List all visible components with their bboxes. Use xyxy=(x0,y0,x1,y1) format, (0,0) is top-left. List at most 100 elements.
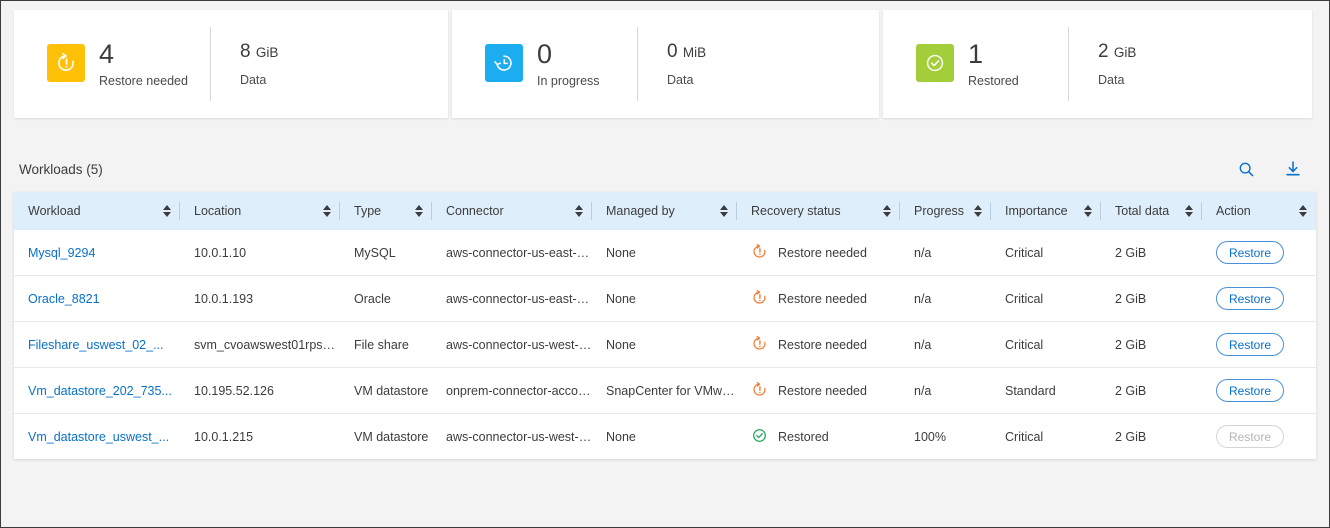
cell-connector: aws-connector-us-east-1-... xyxy=(432,230,592,276)
restore-button[interactable]: Restore xyxy=(1216,333,1284,356)
sort-toggle-icon[interactable] xyxy=(1299,205,1307,217)
table-body: Mysql_929410.0.1.10MySQLaws-connector-us… xyxy=(14,230,1316,459)
cell-workload: Vm_datastore_uswest_... xyxy=(14,414,180,460)
table-header-row: Workload Location xyxy=(14,192,1316,230)
workload-link[interactable]: Vm_datastore_uswest_... xyxy=(28,430,169,444)
cell-managed-by: None xyxy=(592,276,737,322)
workloads-toolbar-actions xyxy=(1236,159,1311,179)
table-row: Vm_datastore_202_735...10.195.52.126VM d… xyxy=(14,368,1316,414)
column-header-workload[interactable]: Workload xyxy=(14,192,180,230)
workloads-title: Workloads (5) xyxy=(19,162,103,177)
table-row: Oracle_8821 10.0.1.193Oracleaws-connector… xyxy=(14,276,1316,322)
stat-primary-restored: 1 Restored xyxy=(883,41,1068,88)
recovery-status-label: Restored xyxy=(778,430,829,444)
table-row: Vm_datastore_uswest_...10.0.1.215VM data… xyxy=(14,414,1316,460)
workload-link[interactable]: Fileshare_uswest_02_... xyxy=(28,338,164,352)
cell-managed-by: None xyxy=(592,414,737,460)
cell-recovery-status: Restore needed xyxy=(737,230,900,276)
stats-summary-row: 4 Restore needed 8 GiB Data xyxy=(1,1,1329,118)
column-header-recovery-status[interactable]: Recovery status xyxy=(737,192,900,230)
stat-primary-in-progress: 0 In progress xyxy=(452,41,637,88)
restore-button[interactable]: Restore xyxy=(1216,241,1284,264)
column-header-importance[interactable]: Importance xyxy=(991,192,1101,230)
cell-managed-by: None xyxy=(592,230,737,276)
cell-location: 10.0.1.215 xyxy=(180,414,340,460)
sort-toggle-icon[interactable] xyxy=(415,205,423,217)
recovery-status-label: Restore needed xyxy=(778,384,867,398)
column-header-action[interactable]: Action xyxy=(1202,192,1316,230)
search-icon[interactable] xyxy=(1236,159,1256,179)
restore-button[interactable]: Restore xyxy=(1216,379,1284,402)
cell-progress: n/a xyxy=(900,276,991,322)
column-header-total-data[interactable]: Total data xyxy=(1101,192,1202,230)
cell-managed-by: None xyxy=(592,322,737,368)
stat-size-value: 8 xyxy=(240,41,251,62)
stat-count: 4 xyxy=(99,41,188,68)
cell-location: 10.0.1.193 xyxy=(180,276,340,322)
column-header-progress[interactable]: Progress xyxy=(900,192,991,230)
sort-toggle-icon[interactable] xyxy=(974,205,982,217)
recovery-status-label: Restore needed xyxy=(778,246,867,260)
cell-action: Restore xyxy=(1202,414,1316,460)
column-header-managed-by[interactable]: Managed by xyxy=(592,192,737,230)
cell-action: Restore xyxy=(1202,322,1316,368)
sort-toggle-icon[interactable] xyxy=(720,205,728,217)
stat-caption: Restored xyxy=(968,74,1019,88)
column-label: Importance xyxy=(1005,204,1068,218)
stat-caption: In progress xyxy=(537,74,600,88)
workload-link[interactable]: Mysql_9294 xyxy=(28,246,95,260)
stat-card-restore-needed: 4 Restore needed 8 GiB Data xyxy=(14,10,448,118)
cell-type: MySQL xyxy=(340,230,432,276)
column-label: Action xyxy=(1216,204,1251,218)
restore-needed-icon xyxy=(751,381,768,401)
restore-button[interactable]: Restore xyxy=(1216,287,1284,310)
cell-workload: Mysql_9294 xyxy=(14,230,180,276)
cell-total-data: 2 GiB xyxy=(1101,414,1202,460)
restore-needed-icon xyxy=(751,243,768,263)
cell-total-data: 2 GiB xyxy=(1101,368,1202,414)
stat-count: 0 xyxy=(537,41,600,68)
stat-size-value: 2 xyxy=(1098,41,1109,62)
sort-toggle-icon[interactable] xyxy=(1185,205,1193,217)
cell-type: File share xyxy=(340,322,432,368)
cell-recovery-status: Restored xyxy=(737,414,900,460)
cell-importance: Critical xyxy=(991,276,1101,322)
workload-link[interactable]: Oracle_8821 xyxy=(28,292,100,306)
cell-total-data: 2 GiB xyxy=(1101,322,1202,368)
stat-count: 1 xyxy=(968,41,1019,68)
restored-check-icon xyxy=(916,44,954,82)
cell-action: Restore xyxy=(1202,230,1316,276)
stat-labels-in-progress: 0 In progress xyxy=(537,41,600,88)
column-label: Managed by xyxy=(606,204,675,218)
cell-type: Oracle xyxy=(340,276,432,322)
column-label: Recovery status xyxy=(751,204,841,218)
column-header-location[interactable]: Location xyxy=(180,192,340,230)
restore-dashboard-page: 4 Restore needed 8 GiB Data xyxy=(1,1,1329,527)
stat-secondary-in-progress: 0 MiB Data xyxy=(638,42,706,87)
sort-toggle-icon[interactable] xyxy=(323,205,331,217)
cell-location: svm_cvoawswest01rpsde... xyxy=(180,322,340,368)
stat-card-restored: 1 Restored 2 GiB Data xyxy=(883,10,1312,118)
cell-progress: n/a xyxy=(900,230,991,276)
restore-needed-icon xyxy=(751,289,768,309)
stat-size: 8 GiB xyxy=(240,42,278,63)
restored-check-icon xyxy=(751,427,768,447)
cell-importance: Critical xyxy=(991,230,1101,276)
workloads-table-card: Workload Location xyxy=(14,192,1316,459)
cell-progress: n/a xyxy=(900,322,991,368)
workload-link[interactable]: Vm_datastore_202_735... xyxy=(28,384,172,398)
sort-toggle-icon[interactable] xyxy=(1084,205,1092,217)
cell-connector: onprem-connector-accou... xyxy=(432,368,592,414)
cell-action: Restore xyxy=(1202,276,1316,322)
stat-secondary-restored: 2 GiB Data xyxy=(1069,42,1136,87)
sort-toggle-icon[interactable] xyxy=(883,205,891,217)
sort-toggle-icon[interactable] xyxy=(575,205,583,217)
table-row: Fileshare_uswest_02_... svm_cvoawswest01r… xyxy=(14,322,1316,368)
sort-toggle-icon[interactable] xyxy=(163,205,171,217)
stat-size: 0 MiB xyxy=(667,42,706,63)
column-header-connector[interactable]: Connector xyxy=(432,192,592,230)
cell-connector: aws-connector-us-east-1-... xyxy=(432,276,592,322)
download-icon[interactable] xyxy=(1283,159,1303,179)
column-header-type[interactable]: Type xyxy=(340,192,432,230)
stat-card-in-progress: 0 In progress 0 MiB Data xyxy=(452,10,879,118)
